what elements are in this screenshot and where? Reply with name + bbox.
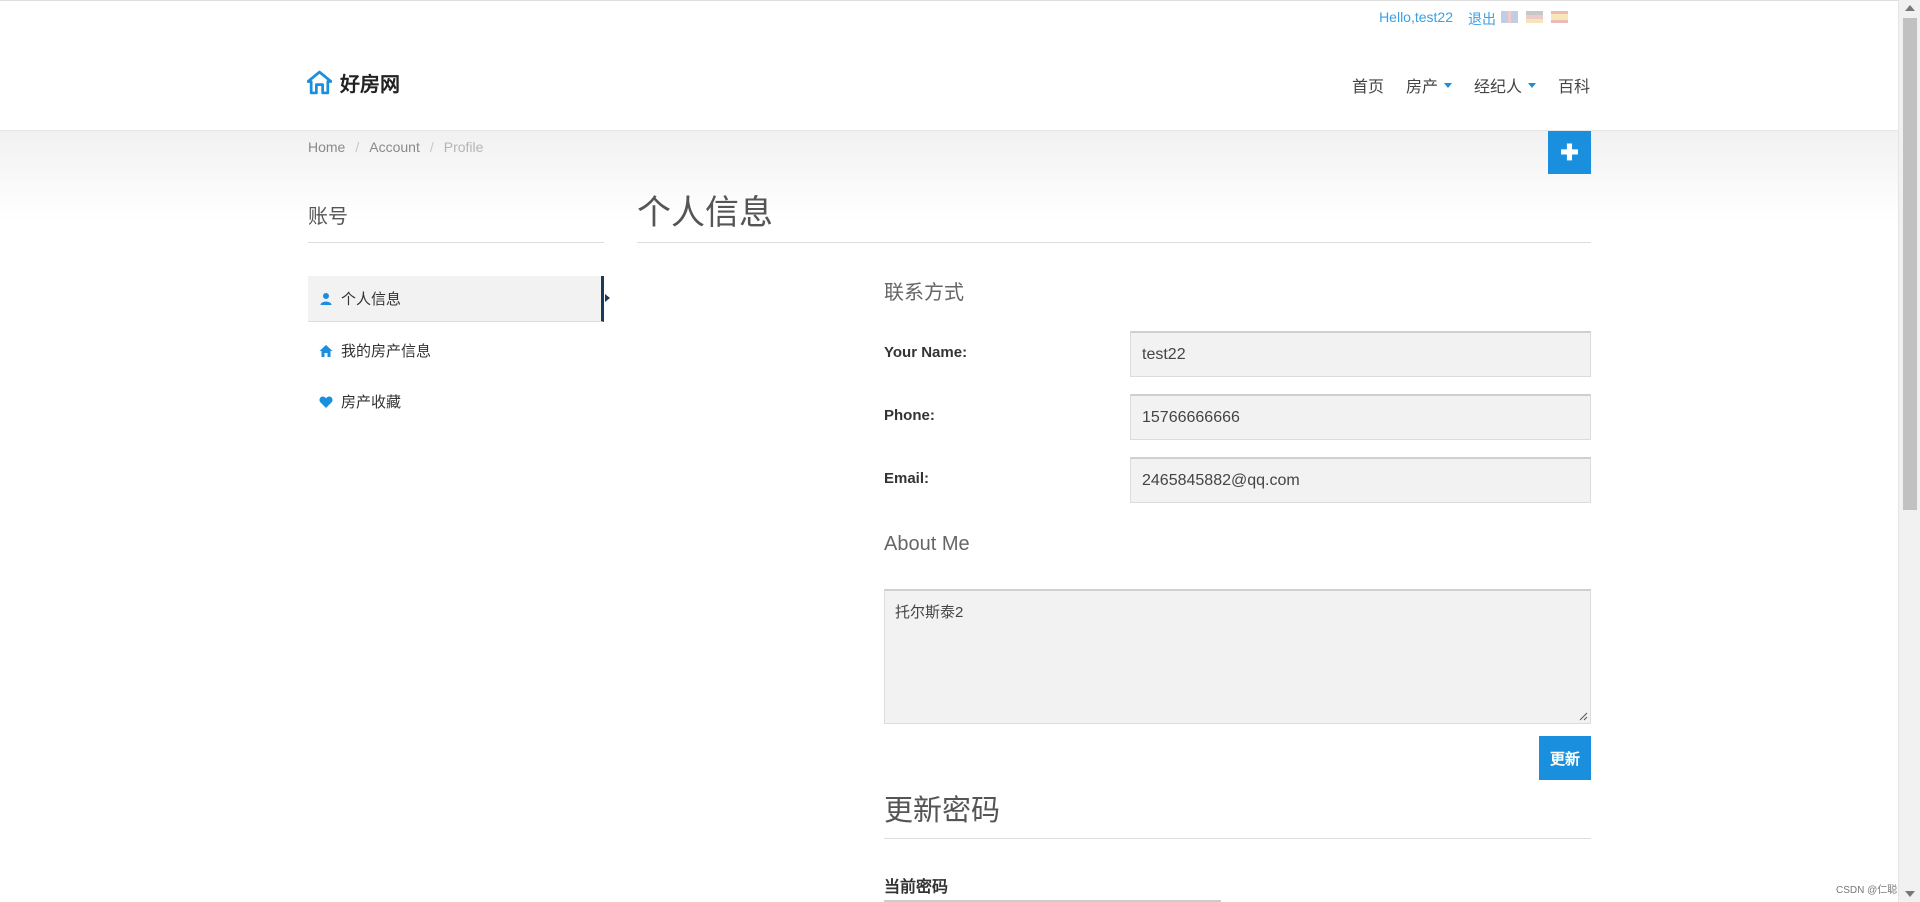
caret-down-icon bbox=[1527, 82, 1536, 88]
vertical-scrollbar[interactable] bbox=[1898, 0, 1920, 902]
house-logo-icon bbox=[307, 70, 332, 95]
contact-section-title: 联系方式 bbox=[884, 282, 964, 304]
nav-agent-label: 经纪人 bbox=[1473, 79, 1522, 96]
email-label: Email: bbox=[884, 470, 930, 487]
spanish-flag-icon[interactable] bbox=[1551, 11, 1568, 23]
about-textarea[interactable]: 托尔斯泰2 bbox=[884, 589, 1591, 724]
breadcrumb-separator: / bbox=[429, 139, 434, 155]
watermark-text: CSDN @仁聪 bbox=[1836, 885, 1898, 896]
breadcrumb-profile: Profile bbox=[443, 139, 484, 155]
english-flag-icon[interactable] bbox=[1501, 11, 1518, 23]
home-icon bbox=[319, 344, 333, 358]
sidebar-item-profile[interactable]: 个人信息 bbox=[308, 276, 610, 322]
breadcrumb-separator: / bbox=[355, 139, 360, 155]
breadcrumb-account[interactable]: Account bbox=[369, 139, 420, 155]
phone-input[interactable] bbox=[1130, 394, 1591, 440]
email-input[interactable] bbox=[1130, 457, 1591, 503]
user-icon bbox=[319, 292, 333, 306]
nav-home[interactable]: 首页 bbox=[1352, 73, 1384, 97]
brand-name: 好房网 bbox=[340, 74, 400, 96]
nav-property[interactable]: 房产 bbox=[1406, 73, 1452, 97]
sidebar-divider bbox=[308, 242, 604, 243]
sidebar-menu: 个人信息 我的房产信息 房产收藏 bbox=[308, 276, 610, 430]
update-button[interactable]: 更新 bbox=[1539, 736, 1591, 780]
nav-property-label: 房产 bbox=[1405, 79, 1438, 96]
nav-agent[interactable]: 经纪人 bbox=[1474, 73, 1536, 97]
sidebar-item-label: 个人信息 bbox=[341, 291, 402, 308]
sidebar-item-label: 我的房产信息 bbox=[341, 343, 432, 360]
about-section-title: About Me bbox=[884, 533, 970, 555]
resize-grip-icon[interactable] bbox=[1578, 711, 1588, 721]
scrollbar-thumb[interactable] bbox=[1903, 18, 1917, 510]
main-nav: 首页 房产 经纪人 百科 bbox=[1352, 73, 1590, 97]
name-label: Your Name: bbox=[884, 344, 968, 361]
language-flags bbox=[1501, 11, 1568, 23]
site-logo[interactable]: 好房网 bbox=[307, 68, 400, 97]
german-flag-icon[interactable] bbox=[1526, 11, 1543, 23]
phone-label: Phone: bbox=[884, 407, 935, 424]
add-button[interactable]: ✚ bbox=[1548, 131, 1591, 174]
breadcrumb: Home / Account / Profile bbox=[308, 139, 483, 155]
nav-wiki[interactable]: 百科 bbox=[1558, 73, 1590, 97]
breadcrumb-home[interactable]: Home bbox=[308, 139, 345, 155]
page-title: 个人信息 bbox=[637, 194, 773, 232]
name-input[interactable] bbox=[1130, 331, 1591, 377]
current-password-label: 当前密码 bbox=[884, 879, 949, 896]
caret-down-icon bbox=[1443, 82, 1452, 88]
password-divider bbox=[884, 838, 1591, 839]
top-bar: Hello,test22 退出 bbox=[0, 0, 1898, 34]
heart-icon bbox=[319, 395, 333, 409]
scroll-up-icon[interactable] bbox=[1905, 5, 1915, 11]
sidebar-item-label: 房产收藏 bbox=[341, 394, 402, 411]
scroll-down-icon[interactable] bbox=[1905, 891, 1915, 897]
sidebar-item-my-properties[interactable]: 我的房产信息 bbox=[308, 328, 604, 373]
password-section-title: 更新密码 bbox=[884, 795, 1001, 827]
site-header: 好房网 首页 房产 经纪人 百科 bbox=[0, 33, 1898, 131]
greeting-text: Hello,test22 bbox=[1379, 9, 1453, 25]
page-band bbox=[0, 131, 1898, 221]
sidebar-item-favorites[interactable]: 房产收藏 bbox=[308, 379, 604, 424]
sidebar-title: 账号 bbox=[308, 206, 348, 228]
logout-link[interactable]: 退出 bbox=[1468, 9, 1496, 29]
title-divider bbox=[637, 242, 1591, 243]
